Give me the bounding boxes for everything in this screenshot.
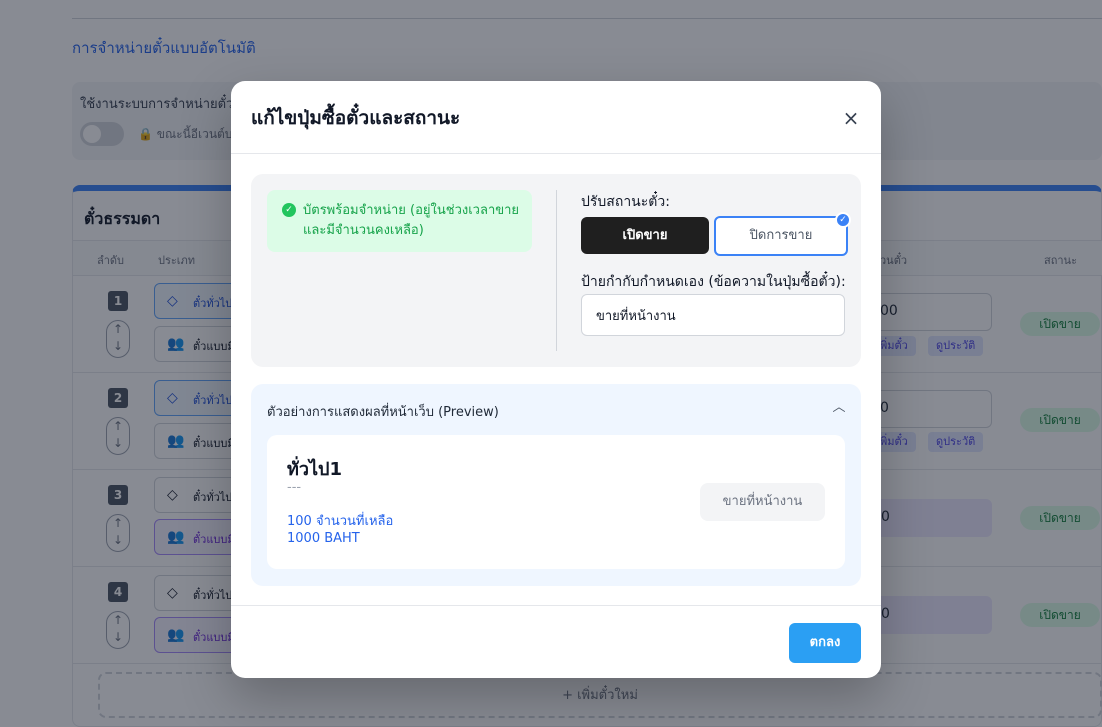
- preview-ticket-card: ทั่วไป1 --- 100 จำนวนที่เหลือ 1000 BAHT …: [267, 435, 845, 569]
- selected-check-icon: ✓: [835, 212, 851, 228]
- availability-notice: ✓ บัตรพร้อมจำหน่าย (อยู่ในช่วงเวลาขายและ…: [267, 190, 532, 252]
- preview-title: ตัวอย่างการแสดงผลที่หน้าเว็บ (Preview): [267, 405, 499, 420]
- check-circle-icon: ✓: [282, 203, 296, 217]
- preview-ticket-name: ทั่วไป1: [287, 459, 342, 480]
- divider: [556, 190, 557, 351]
- preview-panel: ตัวอย่างการแสดงผลที่หน้าเว็บ (Preview) ︿…: [251, 384, 861, 586]
- adjust-status-label: ปรับสถานะตั๋ว:: [581, 194, 670, 210]
- preview-price: 1000 BAHT: [287, 531, 360, 546]
- ok-button[interactable]: ตกลง: [789, 623, 861, 663]
- preview-remaining: 100 จำนวนที่เหลือ: [287, 514, 394, 529]
- modal-title: แก้ไขปุ่มซื้อตั๋วและสถานะ: [251, 108, 461, 129]
- close-icon[interactable]: ×: [839, 107, 863, 131]
- availability-text: บัตรพร้อมจำหน่าย (อยู่ในช่วงเวลาขายและมี…: [303, 203, 520, 238]
- modal-footer: ตกลง: [231, 605, 881, 678]
- modal-body: ✓ บัตรพร้อมจำหน่าย (อยู่ในช่วงเวลาขายและ…: [231, 155, 881, 604]
- preview-description: ---: [287, 480, 302, 495]
- close-sale-button[interactable]: ปิดการขาย: [714, 216, 848, 256]
- preview-buy-button: ขายที่หน้างาน: [700, 483, 825, 521]
- modal-header: แก้ไขปุ่มซื้อตั๋วและสถานะ ×: [231, 81, 881, 154]
- open-sale-button[interactable]: เปิดขาย: [581, 217, 709, 254]
- custom-label-input[interactable]: [581, 294, 845, 336]
- chevron-up-icon[interactable]: ︿: [829, 398, 849, 418]
- custom-label-title: ป้ายกำกับกำหนดเอง (ข้อความในปุ่มซื้อตั๋ว…: [581, 274, 846, 290]
- edit-ticket-modal: แก้ไขปุ่มซื้อตั๋วและสถานะ × ✓ บัตรพร้อมจ…: [231, 81, 881, 678]
- status-panel: ✓ บัตรพร้อมจำหน่าย (อยู่ในช่วงเวลาขายและ…: [251, 174, 861, 367]
